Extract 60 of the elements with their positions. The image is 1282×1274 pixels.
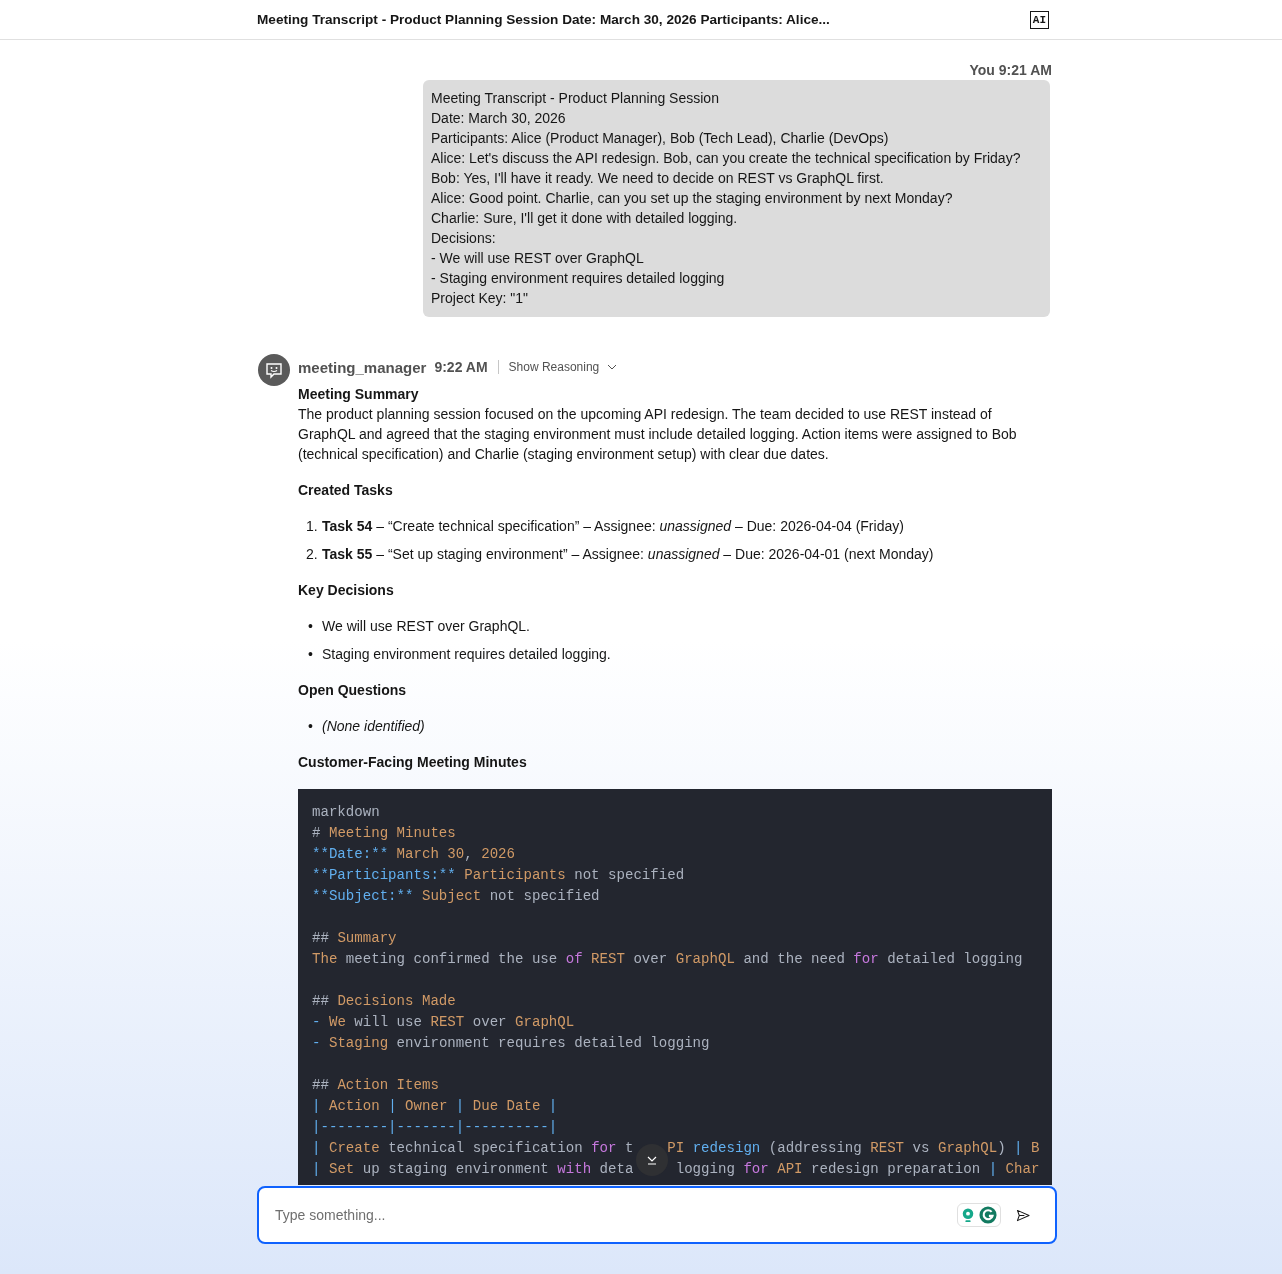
section-heading: Open Questions [298,681,408,700]
section-heading: Key Decisions [298,581,395,600]
message-line: Project Key: "1" [431,289,530,308]
list-item-text: (None identified) [322,717,425,736]
timestamp: 9:21 AM [998,61,1052,79]
message-line: Meeting Transcript - Product Planning Session [431,89,720,108]
message-line: Charlie: Sure, I'll get it done with detailed logging. [431,209,739,228]
message-line: Bob: Yes, I'll have it ready. We need to decide on REST vs GraphQL first. [431,169,885,188]
message-line: Alice: Good point. Charlie, can you set up the staging environment by next Monday? [431,189,954,208]
code-line: The meeting confirmed the use of REST over GraphQL and the need for detailed logging [312,951,1023,967]
list-item-text: Staging environment requires detailed logging. [322,645,611,664]
code-line: markdown [312,804,380,820]
summary-paragraph: The product planning session focused on the upcoming API redesign. The team decided to use REST instead of GraphQL and agreed that the staging environment must include detailed logging. Action items were assigned to Bob (technical specification) and Charlie (staging environment setup) with clear due dates. [298,405,1018,464]
code-line: | Action | Owner | Due Date | [312,1098,558,1114]
lightbulb-icon [961,1207,975,1223]
sender-name: You [969,61,995,79]
code-line: PI redesign (addressing REST vs GraphQL) | B [667,1140,1040,1156]
message-field[interactable]: Type something... [257,1186,1057,1244]
code-line: | Create technical specification for t [312,1140,634,1156]
message-line: Alice: Let's discuss the API redesign. Bob, can you create the technical specification by Friday? [431,149,1022,168]
section-heading: Meeting Summary [298,385,420,404]
list-marker: 1. [306,517,319,536]
message-line: - We will use REST over GraphQL [431,249,645,268]
code-line: - We will use REST over GraphQL [312,1014,575,1030]
code-line: |--------|-------|----------| [312,1119,558,1135]
chevron-icon [607,363,618,371]
g-logo-icon [979,1206,997,1224]
code-line: **Date:** March 30, 2026 [312,846,515,862]
message-line: Participants: Alice (Product Manager), Bob (Tech Lead), Charlie (DevOps) [431,129,890,148]
code-line: ## Summary [312,930,397,946]
section-heading: Created Tasks [298,481,394,500]
ai-badge: AI [1029,10,1049,29]
chat-face-icon [264,361,284,379]
send-icon [1016,1208,1030,1222]
timestamp: 9:22 AM [434,359,488,375]
chevron-down-icon [646,1154,658,1166]
conversation-title: Meeting Transcript - Product Planning Session Date: March 30, 2026 Participants: Alice... [257,12,830,27]
code-line: **Subject:** Subject not specified [312,888,600,904]
sender-name: meeting_manager [298,358,427,376]
list-marker: • [307,717,314,736]
code-line: # Meeting Minutes [312,825,456,841]
message-line: Date: March 30, 2026 [431,109,567,128]
list-item-text: We will use REST over GraphQL. [322,617,530,636]
section-heading: Customer-Facing Meeting Minutes [298,753,528,772]
code-line: - Staging environment requires detailed logging [312,1035,710,1051]
code-line: ## Decisions Made [312,993,456,1009]
code-line: logging for API redesign preparation | Char [674,1161,1040,1177]
list-marker: • [307,617,314,636]
grammar-extension-badge[interactable] [957,1203,1001,1227]
list-item-text: Task 54 – “Create technical specification” – Assignee: unassigned – Due: 2026-04-04 (Friday) [322,517,904,536]
message-input[interactable]: Type something... [273,1206,957,1224]
list-marker: • [307,645,314,664]
show-reasoning-toggle[interactable]: Show Reasoning [508,360,618,374]
list-item-text: Task 55 – “Set up staging environment” – Assignee: unassigned – Due: 2026-04-01 (next Monday) [322,545,934,564]
code-line: ## Action Items [312,1077,439,1093]
list-marker: 2. [306,545,319,564]
code-line: | Set up staging environment with deta [312,1161,634,1177]
message-line: - Staging environment requires detailed logging [431,269,726,288]
message-line: Decisions: [431,229,497,248]
code-line: **Participants:** Participants not specified [312,867,685,883]
